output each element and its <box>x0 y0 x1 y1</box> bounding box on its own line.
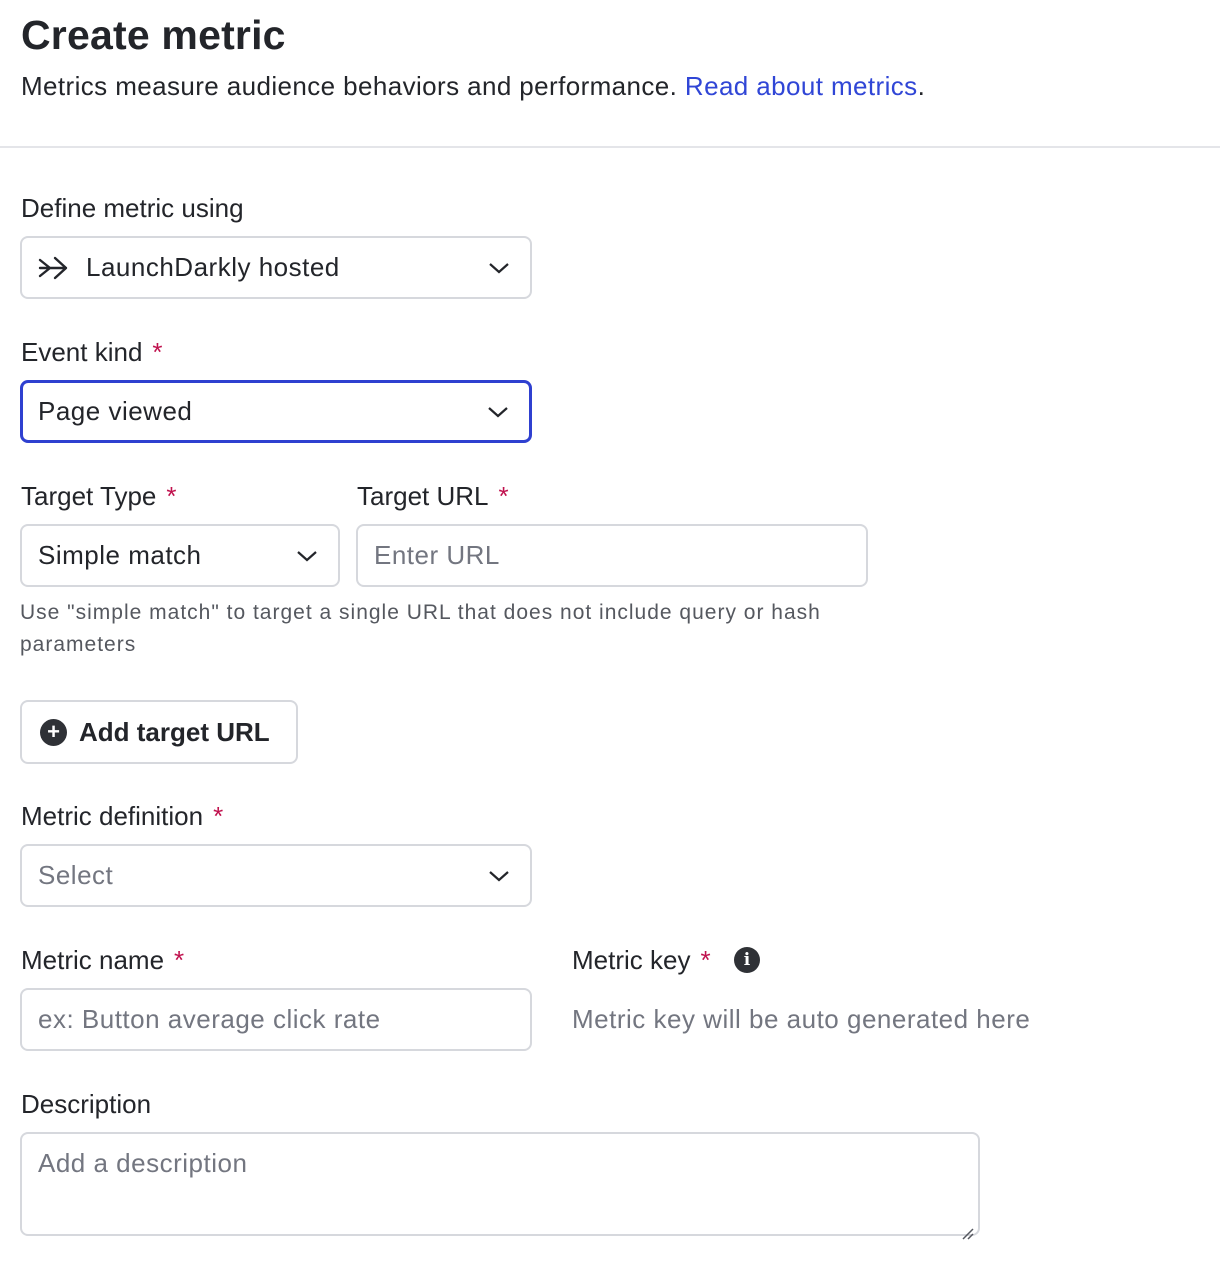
define-metric-select[interactable]: LaunchDarkly hosted <box>20 236 532 299</box>
metric-key-auto-text: Metric key will be auto generated here <box>572 1004 1031 1034</box>
required-marker: * <box>213 801 224 831</box>
metric-definition-select[interactable]: Select <box>20 844 532 907</box>
required-marker: * <box>152 337 163 367</box>
plus-circle-icon: + <box>40 718 67 746</box>
description-label: Description <box>21 1089 151 1120</box>
info-icon-glyph: i <box>743 950 751 970</box>
info-icon[interactable]: i <box>734 947 760 973</box>
metric-name-placeholder: ex: Button average click rate <box>38 1004 381 1034</box>
description-placeholder: Add a description <box>38 1148 248 1178</box>
subtitle-text: Metrics measure audience behaviors and p… <box>21 71 685 101</box>
target-type-hint: Use "simple match" to target a single UR… <box>20 601 821 656</box>
metric-definition-placeholder: Select <box>38 860 114 890</box>
metric-name-label-text: Metric name <box>21 945 165 975</box>
target-url-input[interactable]: Enter URL <box>356 524 868 587</box>
event-kind-label: Event kind * <box>21 337 163 368</box>
metric-definition-label: Metric definition * <box>21 801 223 832</box>
description-label-text: Description <box>21 1089 152 1119</box>
subtitle-end: . <box>917 71 926 101</box>
page-header: Create metric Metrics measure audience b… <box>0 0 1220 148</box>
define-metric-label: Define metric using <box>21 193 244 224</box>
target-url-placeholder: Enter URL <box>374 540 500 570</box>
required-marker: * <box>498 481 509 511</box>
add-target-url-button[interactable]: + Add target URL <box>20 700 298 764</box>
chevron-down-icon <box>488 870 510 882</box>
arrow-right-icon <box>38 254 72 282</box>
event-kind-select[interactable]: Page viewed <box>20 380 532 443</box>
target-url-label-text: Target URL <box>357 481 489 511</box>
metric-name-label: Metric name * <box>21 945 184 976</box>
chevron-down-icon <box>487 406 509 418</box>
page-title: Create metric <box>21 12 286 58</box>
event-kind-label-text: Event kind <box>21 337 143 367</box>
target-type-label-text: Target Type <box>21 481 157 511</box>
target-type-select[interactable]: Simple match <box>20 524 340 587</box>
create-metric-page: Create metric Metrics measure audience b… <box>0 0 1220 1266</box>
resize-handle-icon[interactable] <box>960 1216 974 1240</box>
page-subtitle: Metrics measure audience behaviors and p… <box>21 71 925 102</box>
event-kind-value: Page viewed <box>38 396 193 426</box>
metric-key-label: Metric key * <box>572 945 711 976</box>
required-marker: * <box>700 945 711 975</box>
chevron-down-icon <box>296 550 318 562</box>
define-metric-label-text: Define metric using <box>21 193 244 223</box>
metric-definition-label-text: Metric definition <box>21 801 204 831</box>
chevron-down-icon <box>488 262 510 274</box>
read-about-metrics-link[interactable]: Read about metrics <box>685 71 918 101</box>
metric-name-input[interactable]: ex: Button average click rate <box>20 988 532 1051</box>
target-type-label: Target Type * <box>21 481 177 512</box>
define-metric-value: LaunchDarkly hosted <box>86 252 340 282</box>
add-target-url-label: Add target URL <box>79 716 270 747</box>
metric-key-label-text: Metric key <box>572 945 691 975</box>
required-marker: * <box>166 481 177 511</box>
description-textarea[interactable]: Add a description <box>20 1132 980 1240</box>
required-marker: * <box>174 945 185 975</box>
target-url-label: Target URL * <box>357 481 509 512</box>
target-type-value: Simple match <box>38 540 202 570</box>
